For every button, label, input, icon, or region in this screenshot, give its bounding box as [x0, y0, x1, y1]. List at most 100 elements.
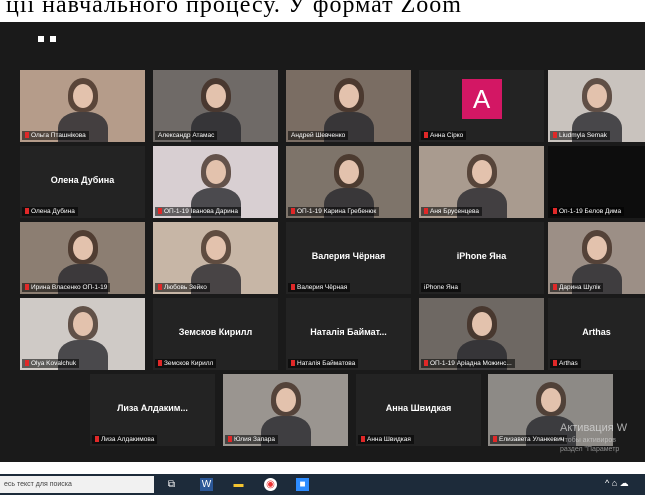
participant-name-label: Анна Сірко [421, 131, 467, 140]
participant-name: Юлия Запара [234, 436, 275, 443]
participant-name-label: Анна Швидкая [358, 435, 414, 444]
document-fragment: ції навчального процесу. У формат Zoom [0, 0, 645, 22]
system-tray[interactable]: ^ ⌂ ☁ [605, 478, 629, 489]
participant-tile[interactable]: Андрей Шевченко [286, 70, 411, 142]
participant-tile[interactable]: Оп-1-19 Белов Дима [548, 146, 645, 218]
participant-tile[interactable]: Любовь Зейко [153, 222, 278, 294]
participant-name: Олена Дубина [31, 208, 75, 215]
participant-tile[interactable]: Земсков Кирилл Земсков Кирилл [153, 298, 278, 370]
windows-activation-text: Чтобы активиров раздел "Параметр [560, 436, 619, 454]
participant-name-label: Любовь Зейко [155, 283, 210, 292]
participant-name: Arthas [559, 360, 578, 367]
participant-tile[interactable]: Arthas Arthas [548, 298, 645, 370]
participant-tile[interactable]: Юлия Запара [223, 374, 348, 446]
person-face [72, 84, 93, 108]
participant-name: Валерия Чёрная [297, 284, 348, 291]
taskbar-search-input[interactable]: есь текст для поиска [0, 476, 154, 493]
participant-name: Ирина Власенко ОП-1-19 [31, 284, 108, 291]
muted-mic-icon [553, 132, 557, 139]
participant-name-label: Елизавета Уланкевич [490, 435, 568, 444]
person-face [72, 312, 93, 336]
muted-mic-icon [424, 132, 428, 139]
word-icon[interactable]: W [200, 478, 213, 491]
activation-line2: раздел "Параметр [560, 446, 620, 453]
participant-tile[interactable]: ОП-1-19 Аріадна Можинс... [419, 298, 544, 370]
participant-name: Лиза Алдакимова [101, 436, 155, 443]
participant-tile[interactable]: A Анна Сірко [419, 70, 544, 142]
muted-mic-icon [158, 360, 162, 367]
participant-tile[interactable]: Анна Швидкая Анна Швидкая [356, 374, 481, 446]
participant-name: Любовь Зейко [164, 284, 207, 291]
person-face [471, 160, 492, 184]
participant-name: Анна Швидкая [367, 436, 411, 443]
participant-tile[interactable]: Аня Брусенцева [419, 146, 544, 218]
chrome-icon[interactable]: ◉ [264, 478, 277, 491]
participant-display-name: Олена Дубина [50, 174, 115, 185]
participant-tile[interactable]: Александр Атамас [153, 70, 278, 142]
participant-name-label: ОП-1-19 Карина Гребенюк [288, 207, 380, 216]
muted-mic-icon [553, 360, 557, 367]
participant-name-label: Ирина Власенко ОП-1-19 [22, 283, 111, 292]
participant-name-label: Юлия Запара [225, 435, 278, 444]
person-face [471, 312, 492, 336]
file-explorer-icon[interactable]: ▬ [232, 478, 245, 491]
participant-display-name: Валерия Чёрная [311, 250, 386, 261]
participant-name: Наталія Байматова [297, 360, 356, 367]
participant-name-label: Arthas [550, 359, 581, 368]
task-view-icon[interactable]: ⧉ [165, 478, 178, 491]
windows-taskbar: есь текст для поиска ⧉ W ▬ ◉ ■ ^ ⌂ ☁ [0, 474, 645, 495]
participant-display-name: Лиза Алдаким... [117, 402, 188, 413]
participant-name-label: Земсков Кирилл [155, 359, 217, 368]
muted-mic-icon [424, 360, 428, 367]
muted-mic-icon [291, 360, 295, 367]
muted-mic-icon [553, 208, 557, 215]
participant-tile[interactable]: Олена Дубина Олена Дубина [20, 146, 145, 218]
muted-mic-icon [361, 436, 365, 443]
zoom-app-icon[interactable]: ■ [296, 478, 309, 491]
participant-name-label: ОП-1-19 Аріадна Можинс... [421, 359, 515, 368]
gallery-grid: Ольга Пташнікова Александр Атамас Андрей Ш… [0, 22, 645, 462]
participant-tile[interactable]: Ирина Власенко ОП-1-19 [20, 222, 145, 294]
person-face [205, 84, 226, 108]
participant-name: Андрей Шевченко [291, 132, 346, 139]
muted-mic-icon [25, 360, 29, 367]
participant-tile[interactable]: Liudmyla Semak [548, 70, 645, 142]
participant-display-name: Arthas [582, 326, 611, 337]
participant-name: Земсков Кирилл [164, 360, 214, 367]
participant-tile[interactable]: ОП-1-19 Іванова Дарина [153, 146, 278, 218]
participant-name-label: ОП-1-19 Іванова Дарина [155, 207, 241, 216]
participant-name-label: Liudmyla Semak [550, 131, 611, 140]
participant-tile[interactable]: ОП-1-19 Карина Гребенюк [286, 146, 411, 218]
participant-name-label: Валерия Чёрная [288, 283, 351, 292]
windows-activation-title: Активация W [560, 422, 628, 434]
participant-tile[interactable]: iPhone Яна iPhone Яна [419, 222, 544, 294]
zoom-meeting-window: Ольга Пташнікова Александр Атамас Андрей Ш… [0, 22, 645, 462]
participant-name: Дарина Шулік [559, 284, 601, 291]
participant-tile[interactable]: Лиза Алдаким... Лиза Алдакимова [90, 374, 215, 446]
participant-tile[interactable]: Валерия Чёрная Валерия Чёрная [286, 222, 411, 294]
participant-tile[interactable]: Дарина Шулік [548, 222, 645, 294]
participant-name: Оп-1-19 Белов Дима [559, 208, 622, 215]
participant-name-label: Наталія Байматова [288, 359, 359, 368]
muted-mic-icon [553, 284, 557, 291]
person-face [338, 84, 359, 108]
participant-display-name: Анна Швидкая [385, 402, 452, 413]
participant-tile[interactable]: Olya Kovalchuk [20, 298, 145, 370]
muted-mic-icon [291, 208, 295, 215]
participant-tile[interactable]: Наталія Баймат... Наталія Байматова [286, 298, 411, 370]
participant-name: Анна Сірко [430, 132, 464, 139]
participant-tile[interactable]: Ольга Пташнікова [20, 70, 145, 142]
participant-display-name: Земсков Кирилл [178, 326, 253, 337]
participant-name: Liudmyla Semak [559, 132, 608, 139]
person-face [540, 388, 561, 412]
activation-line1: Чтобы активиров [560, 437, 616, 444]
person-face [338, 160, 359, 184]
participant-name-label: Ольга Пташнікова [22, 131, 89, 140]
muted-mic-icon [291, 284, 295, 291]
participant-avatar: A [461, 79, 502, 119]
participant-name: Елизавета Уланкевич [499, 436, 565, 443]
participant-name-label: Аня Брусенцева [421, 207, 482, 216]
document-text: ції навчального процесу. У формат Zoom [6, 0, 462, 18]
participant-name-label: Лиза Алдакимова [92, 435, 158, 444]
participant-name-label: Александр Атамас [155, 131, 218, 140]
